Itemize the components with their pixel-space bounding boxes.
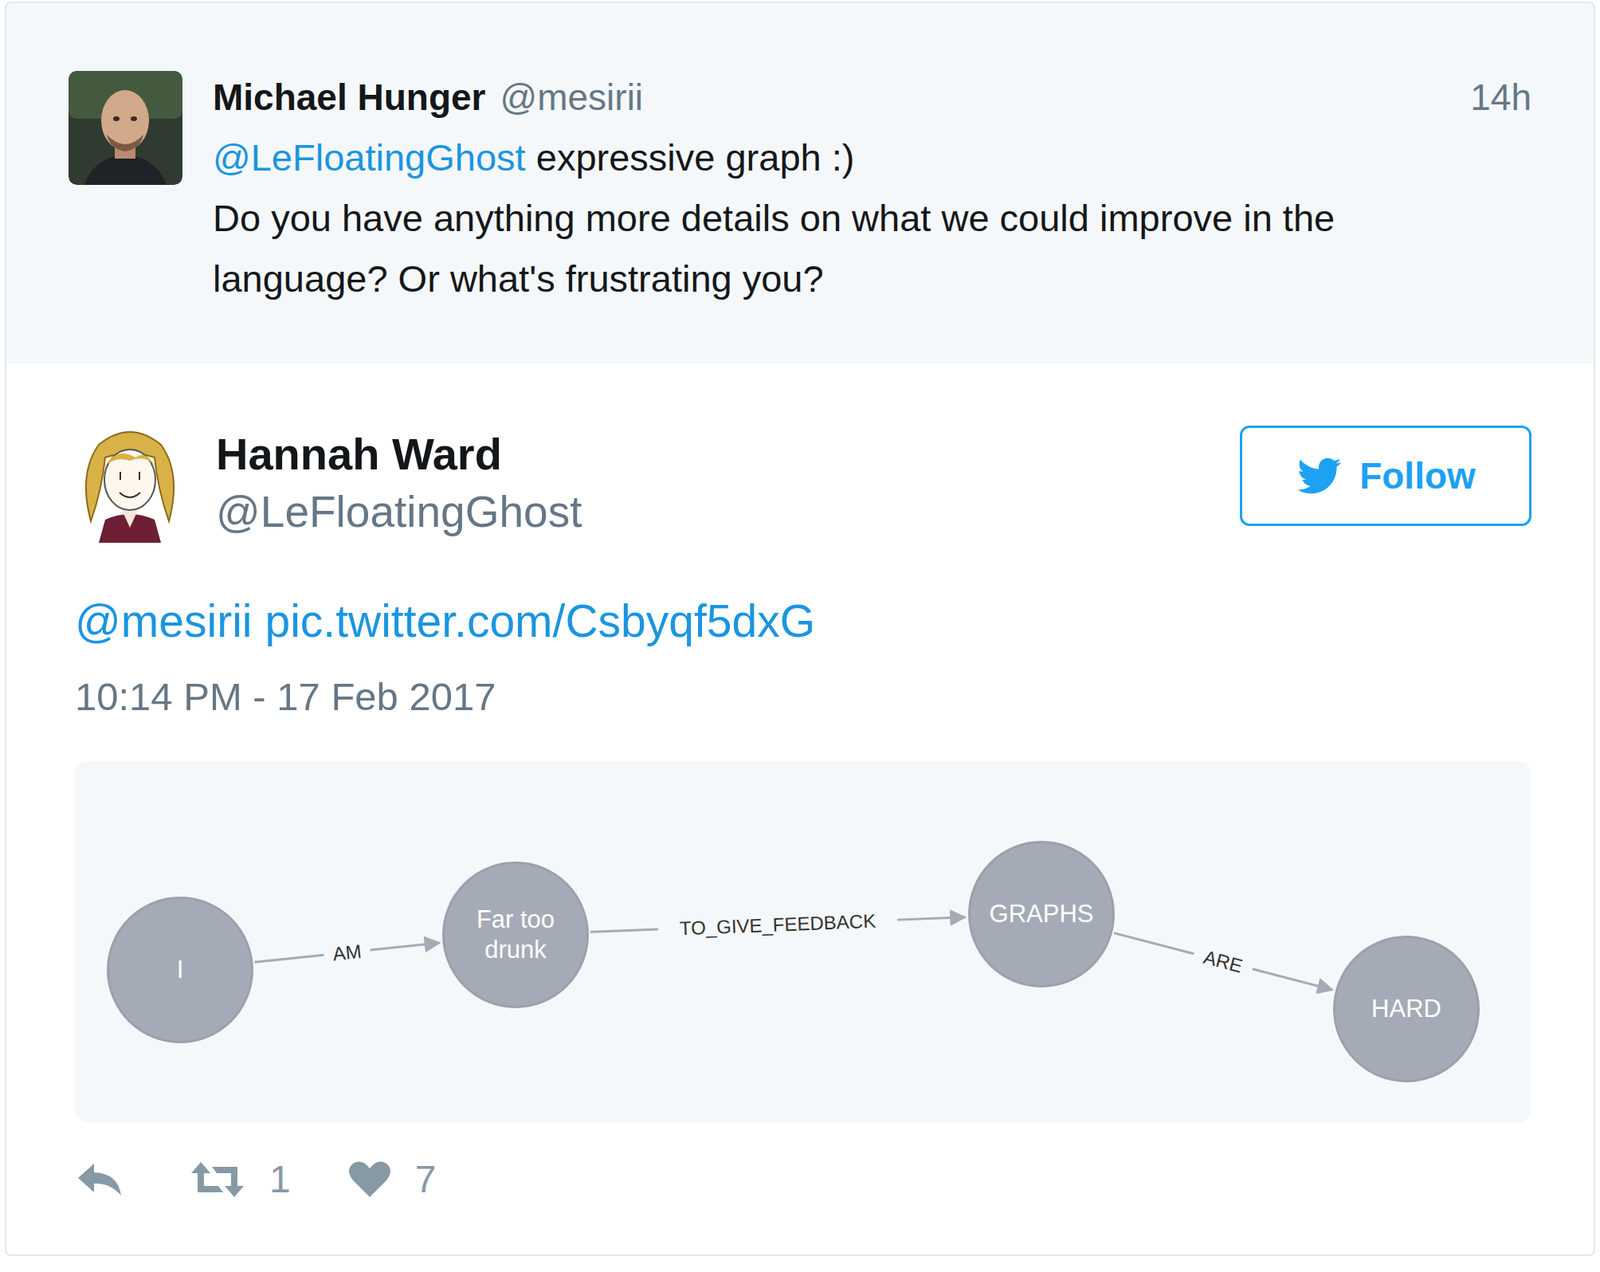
- edge-label: AM: [331, 940, 363, 965]
- like-action[interactable]: 7: [290, 1155, 437, 1204]
- graph-edge: AM: [254, 940, 440, 965]
- tweet-text: @LeFloatingGhostexpressive graph :): [212, 127, 1532, 189]
- node-label: HARD: [1371, 993, 1442, 1024]
- graph-node: I: [106, 896, 254, 1044]
- tweet-text-line: expressive graph :): [536, 136, 855, 179]
- media-link[interactable]: pic.twitter.com/Csbyqf5dxG: [264, 595, 816, 647]
- graph-edge: TO_GIVE_FEEDBACK: [590, 909, 965, 940]
- reply-icon[interactable]: [74, 1160, 125, 1199]
- graph-image[interactable]: AM TO_GIVE_FEEDBACK ARE I Far too drunk GRAPH…: [74, 760, 1532, 1122]
- heart-icon: [348, 1160, 392, 1199]
- edge-label: ARE: [1201, 945, 1246, 977]
- node-label: GRAPHS: [989, 898, 1095, 930]
- node-label: Far too drunk: [465, 904, 566, 965]
- tweet-body: Do you have anything more details on wha…: [212, 188, 1520, 310]
- graph-edges: AM TO_GIVE_FEEDBACK ARE: [74, 760, 1532, 1122]
- graph-node: GRAPHS: [968, 840, 1115, 988]
- edge-label: TO_GIVE_FEEDBACK: [678, 909, 876, 940]
- parent-tweet: Michael Hunger@mesirii14h@LeFloatingGhos…: [6, 3, 1594, 364]
- mention-link[interactable]: @LeFloatingGhost: [212, 136, 526, 179]
- twitter-bird-icon: [1295, 452, 1342, 499]
- node-label: I: [176, 954, 185, 985]
- hannah-avatar-icon[interactable]: [74, 425, 185, 543]
- tweet-time[interactable]: 14h: [1470, 66, 1532, 128]
- tweet-actions: 17: [74, 1155, 1532, 1204]
- retweet-action[interactable]: 1: [124, 1155, 291, 1204]
- retweet-icon: [189, 1160, 246, 1199]
- parent-content: Michael Hunger@mesirii14h@LeFloatingGhos…: [212, 66, 1532, 310]
- like-count: 7: [415, 1155, 437, 1204]
- main-tweet: Hannah Ward@LeFloatingGhost Follow @mesiri…: [6, 363, 1594, 1255]
- mention-link[interactable]: @mesirii: [74, 595, 253, 647]
- graph-node: Far too drunk: [442, 861, 589, 1008]
- graph-edge: ARE: [1113, 933, 1333, 990]
- retweet-count: 1: [269, 1155, 291, 1204]
- graph-node: HARD: [1333, 935, 1480, 1083]
- author-name[interactable]: Michael Hunger: [212, 66, 487, 128]
- author-name[interactable]: Hannah Ward: [215, 425, 1240, 483]
- parent-header: Michael Hunger@mesirii 14h: [212, 66, 1532, 128]
- tweet-timestamp[interactable]: 10:14 PM - 17 Feb 2017: [74, 668, 1532, 725]
- author-handle[interactable]: @mesirii: [500, 66, 644, 128]
- author-block: Hannah Ward@LeFloatingGhost: [215, 425, 1240, 541]
- tweet-text: @mesiriipic.twitter.com/Csbyqf5dxG: [74, 588, 1532, 653]
- follow-label: Follow: [1359, 454, 1476, 498]
- main-header: Hannah Ward@LeFloatingGhost Follow: [74, 425, 1532, 543]
- author-handle[interactable]: @LeFloatingGhost: [215, 482, 1240, 541]
- michael-avatar-icon[interactable]: [68, 70, 183, 185]
- tweet-card: Michael Hunger@mesirii14h@LeFloatingGhos…: [4, 1, 1596, 1256]
- follow-button[interactable]: Follow: [1239, 425, 1532, 526]
